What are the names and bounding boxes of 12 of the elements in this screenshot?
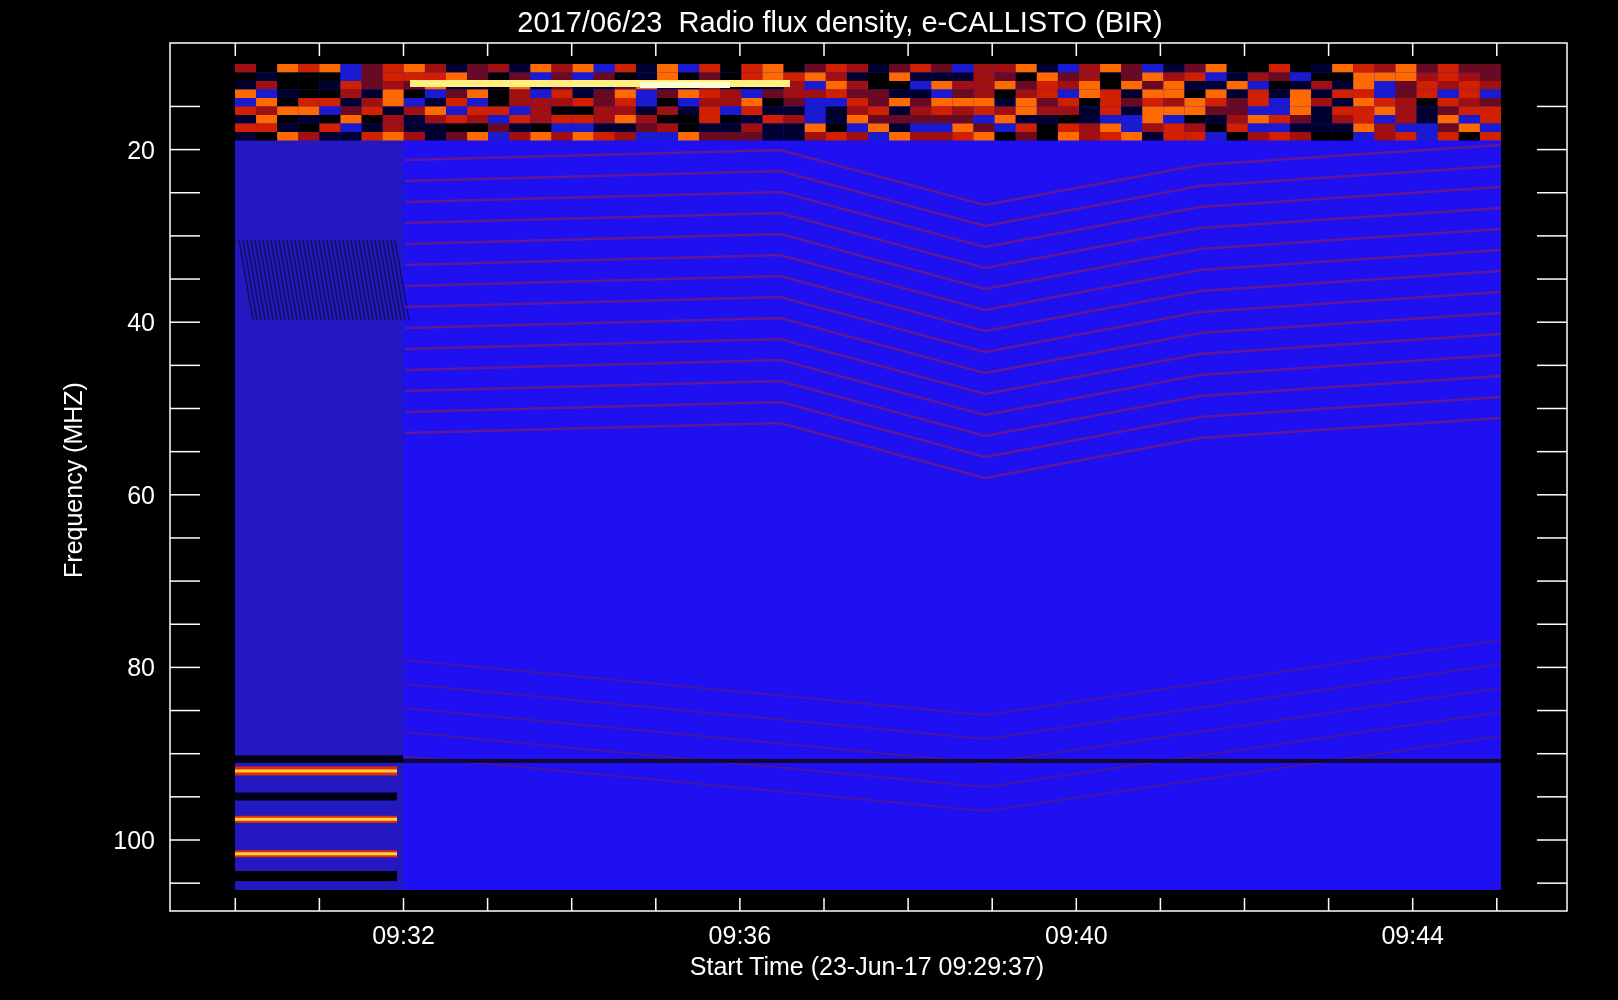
y-tick-label: 60 — [127, 480, 155, 509]
y-tick-label: 40 — [127, 308, 155, 337]
x-tick-label: 09:36 — [708, 921, 772, 949]
y-tick-label: 80 — [127, 653, 155, 682]
y-tick-label: 20 — [127, 135, 155, 164]
x-axis-label: Start Time (23-Jun-17 09:29:37) — [689, 952, 1045, 980]
x-tick-label: 09:44 — [1381, 921, 1444, 949]
x-tick-label: 09:32 — [372, 921, 435, 949]
x-tick-label: 09:40 — [1045, 921, 1108, 949]
y-tick-label: 100 — [113, 826, 155, 854]
chart-title: 2017/06/23 Radio flux density, e-CALLISTO (BIR) — [517, 6, 1163, 38]
y-axis-label: Frequency (MHZ) — [59, 382, 87, 578]
